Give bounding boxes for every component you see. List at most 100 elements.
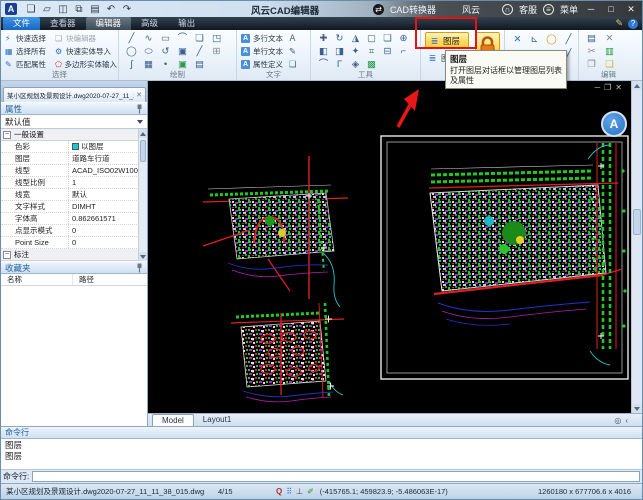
offset-icon[interactable]: ▢ [363,33,380,45]
mtext-button[interactable]: A多行文本 [241,32,283,45]
save-as-icon[interactable]: ⧉ [71,4,87,15]
translate-button[interactable]: A [601,111,627,137]
select-all-button[interactable]: ▦选择所有 [5,45,55,58]
scroll-thumb[interactable] [633,209,641,235]
grid-insert-icon[interactable]: ⊞ [208,46,225,58]
print-icon[interactable]: ▤ [87,4,103,15]
trim-icon[interactable]: ⌐ [395,46,412,58]
tab-viewer[interactable]: 查看器 [40,17,86,30]
quick-select-button[interactable]: ⚡快速选择 [5,32,55,45]
property-row-linetype-scale[interactable]: 线型比例1 [1,177,147,189]
property-row-layer[interactable]: 图层道路车行道 [1,153,147,165]
scroll-down-icon[interactable] [139,252,147,261]
move-icon[interactable]: ✚ [315,33,332,45]
property-row-linetype[interactable]: 线型ACAD_ISO02W100 [1,165,147,177]
command-history[interactable]: 图层 图层 [1,439,642,469]
close-button[interactable]: ✕ [624,4,638,15]
drawing-canvas[interactable]: ─❐✕ A Model Layout1 ◎ ‹ [148,81,642,426]
canvas-vertical-scrollbar[interactable] [631,81,642,413]
revision-icon[interactable]: ↺ [157,46,174,58]
tab-model[interactable]: Model [152,414,194,426]
scroll-up-icon[interactable] [632,81,642,90]
stretch-icon[interactable]: ⌗ [363,46,380,58]
property-row-text-style[interactable]: 文字样式DIMHT [1,201,147,213]
grid-snap-icon[interactable]: ⠿ [286,487,292,496]
tab-file[interactable]: 文件 [3,17,40,30]
region-icon[interactable]: ▣ [174,46,191,58]
copy-object-icon[interactable]: ❏ [191,33,208,45]
ellipse-icon[interactable]: ⬭ [140,46,157,58]
property-section-dimension[interactable]: −标注 [1,249,147,261]
command-panel-header[interactable]: 命令行 [1,427,642,439]
tab-advanced[interactable]: 高级 [131,17,168,30]
insert-icon[interactable]: ⊕ [395,33,412,45]
redo-icon[interactable]: ↷ [119,4,135,15]
cad-drawing[interactable] [148,81,633,413]
ortho-icon[interactable]: ⊥ [296,487,303,496]
zoom-icon[interactable]: Q [276,487,282,496]
rotate-icon[interactable]: ↻ [331,33,348,45]
document-tab[interactable]: 某小区规划及景观设计.dwg2020-07-27_11_11_38_015.dw… [3,87,146,102]
scroll-up-icon[interactable] [139,129,147,138]
quick-edit-icon[interactable]: ✎ [615,18,623,29]
property-row-point-mode[interactable]: 点显示模式0 [1,225,147,237]
undo-icon[interactable]: ↶ [103,4,119,15]
favorites-col-path[interactable]: 路径 [73,274,94,285]
copy-icon[interactable]: ❏ [379,33,396,45]
arc-icon[interactable]: ⌒ [174,33,191,45]
layer-button[interactable]: ≣ 图层 [425,32,469,49]
help-icon[interactable]: ? [628,19,638,29]
edit-text-icon[interactable]: ✎ [286,45,299,58]
tab-layout1[interactable]: Layout1 [194,414,240,426]
line-icon[interactable]: ╱ [123,33,140,45]
property-section-general[interactable]: −一般设置 [1,129,147,141]
scroll-thumb[interactable] [140,140,146,162]
preset-dropdown[interactable]: 默认值 [1,115,147,129]
save-icon[interactable]: ◫ [55,4,71,15]
maximize-button[interactable]: □ [604,4,618,14]
pin-icon[interactable] [136,104,143,114]
scale-icon[interactable]: ◮ [347,33,364,45]
minimize-button[interactable]: ─ [584,4,598,14]
ray-icon[interactable]: ╱ [191,46,208,58]
scroll-left-icon[interactable]: ‹ [625,416,628,425]
property-row-lineweight[interactable]: 线宽默认 [1,189,147,201]
mdi-close-icon[interactable]: ✕ [615,83,626,92]
cut-icon[interactable]: ✂ [583,46,600,58]
mdi-minimize-icon[interactable]: ─ [594,83,604,92]
osnap-icon[interactable]: ✐ [307,487,314,496]
property-row-point-size[interactable]: Point Size0 [1,237,147,249]
explode-icon[interactable]: ✦ [347,46,364,58]
polyline-icon[interactable]: ∿ [140,33,157,45]
paste-icon[interactable]: ▤ [583,33,600,45]
record-icon[interactable]: ◎ [614,416,621,425]
open-file-icon[interactable]: ▱ [39,4,55,15]
tab-editor[interactable]: 编辑器 [86,17,132,30]
new-file-icon[interactable]: ❑ [23,4,39,15]
pin-icon[interactable] [136,263,143,273]
quick-entity-import-button[interactable]: ⚙快速实体导入 [55,45,117,58]
tab-output[interactable]: 输出 [168,17,205,30]
copy-with-base-icon[interactable]: ▥ [601,46,618,58]
mdi-restore-icon[interactable]: ❐ [604,83,615,92]
menu-button[interactable]: 菜单 [560,3,578,16]
property-row-text-height[interactable]: 字体高0.862661571 [1,213,147,225]
circle-icon[interactable]: ◯ [123,46,140,58]
favorites-col-name[interactable]: 名称 [1,274,73,285]
delete-icon[interactable]: ✕ [601,33,618,45]
collapse-icon[interactable]: − [3,131,11,139]
favorites-list[interactable] [1,286,147,426]
property-row-color[interactable]: 色彩以图层 [1,141,147,153]
document-tab-close-icon[interactable]: ✕ [136,91,142,99]
text-button[interactable]: A单行文本 [241,45,283,58]
properties-scrollbar[interactable] [138,129,147,261]
collapse-icon[interactable]: − [3,251,11,259]
viewport-icon[interactable]: ◳ [208,33,225,45]
delete-constraint-icon[interactable]: ✕ [509,34,526,46]
join-icon[interactable]: ⊟ [379,46,396,58]
command-input[interactable] [32,471,640,482]
concentric-icon[interactable]: ◯ [543,34,560,46]
perpendicular-icon[interactable]: ⊾ [526,34,543,46]
rectangle-icon[interactable]: ▭ [157,33,174,45]
mirror-icon[interactable]: ◨ [331,46,348,58]
